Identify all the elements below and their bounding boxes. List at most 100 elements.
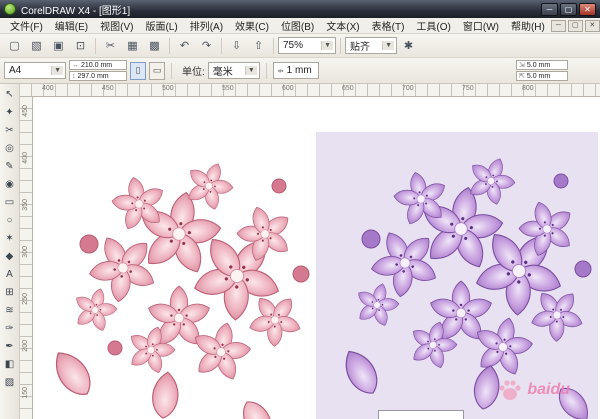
zoom-tool-icon[interactable]: ◎: [1, 140, 19, 157]
close-button[interactable]: ✕: [579, 3, 596, 16]
crop-tool-icon[interactable]: ✂: [1, 122, 19, 139]
undo-icon: ↶: [180, 39, 189, 52]
menu-text[interactable]: 文本(X): [320, 17, 365, 34]
units-combo[interactable]: 毫米 ▼: [208, 62, 260, 79]
eyedropper-tool-icon[interactable]: ✑: [1, 320, 19, 337]
duplicate-x-field[interactable]: ⇲ 5.0 mm: [516, 60, 568, 70]
menu-arrange[interactable]: 排列(A): [184, 17, 229, 34]
duplicate-y-value: 5.0 mm: [527, 73, 550, 80]
menu-file[interactable]: 文件(F): [4, 17, 49, 34]
basic-shapes-tool-icon[interactable]: ◆: [1, 248, 19, 265]
nudge-field[interactable]: ⇹ 1 mm: [273, 62, 319, 79]
menu-help[interactable]: 帮助(H): [505, 17, 551, 34]
snap-to-combo[interactable]: 贴齐 ▼: [345, 37, 397, 54]
smart-fill-tool-icon[interactable]: ◉: [1, 176, 19, 193]
paper-preset-value: A4: [9, 65, 48, 76]
pick-tool-icon[interactable]: ↖: [1, 86, 19, 103]
coreldraw-app-icon: [4, 3, 16, 15]
doc-minimize-button[interactable]: ─: [551, 20, 566, 32]
ruler-label: 200: [22, 340, 29, 352]
copy-button[interactable]: ▦: [122, 36, 143, 56]
ruler-label: 350: [22, 199, 29, 211]
minimize-button[interactable]: ─: [541, 3, 558, 16]
redo-icon: ↷: [202, 39, 211, 52]
table-tool-icon[interactable]: ⊞: [1, 284, 19, 301]
toolbar-separator: [221, 38, 222, 54]
ruler-label: 550: [222, 85, 234, 92]
horizontal-ruler[interactable]: 400 450 500 550 600 650 700 750 800: [20, 84, 600, 97]
export-button[interactable]: ⇧: [248, 36, 269, 56]
paper-height-value: 297.0 mm: [78, 73, 109, 80]
ruler-label: 400: [22, 152, 29, 164]
blend-tool-icon[interactable]: ≋: [1, 302, 19, 319]
menu-window[interactable]: 窗口(W): [457, 17, 505, 34]
watermark: baidu: [497, 377, 570, 403]
import-button[interactable]: ⇩: [226, 36, 247, 56]
snap-to-label: 贴齐: [350, 38, 379, 53]
ruler-label: 700: [402, 85, 414, 92]
ellipse-tool-icon[interactable]: ○: [1, 212, 19, 229]
doc-restore-button[interactable]: ▢: [568, 20, 583, 32]
maximize-button[interactable]: ▢: [560, 3, 577, 16]
new-icon: ▢: [9, 39, 19, 52]
ruler-label: 500: [162, 85, 174, 92]
paper-width-value: 210.0 mm: [81, 62, 112, 69]
landscape-button[interactable]: ▭: [149, 62, 165, 80]
save-button[interactable]: ▣: [48, 36, 69, 56]
zoom-level-combo[interactable]: 75% ▼: [278, 37, 336, 54]
shape-tool-icon[interactable]: ✦: [1, 104, 19, 121]
cut-button[interactable]: ✂: [100, 36, 121, 56]
toolbar-separator: [340, 38, 341, 54]
menu-view[interactable]: 视图(V): [94, 17, 139, 34]
baidu-paw-icon: [497, 377, 523, 403]
main-area: ↖ ✦ ✂ ◎ ✎ ◉ ▭ ○ ✶ ◆ A ⊞ ≋ ✑ ✒ ◧ ▨ 400 45…: [0, 84, 600, 419]
property-bar: A4 ▼ ↔ 210.0 mm ↕ 297.0 mm ▯ ▭ 单位: 毫米 ▼ …: [0, 58, 600, 84]
ruler-label: 150: [22, 387, 29, 399]
ruler-label: 650: [342, 85, 354, 92]
toolbar-separator: [266, 63, 267, 79]
ruler-label: 800: [522, 85, 534, 92]
freehand-tool-icon[interactable]: ✎: [1, 158, 19, 175]
paste-icon: ▩: [149, 39, 159, 52]
fill-tool-icon[interactable]: ◧: [1, 356, 19, 373]
text-tool-icon[interactable]: A: [1, 266, 19, 283]
outline-tool-icon[interactable]: ✒: [1, 338, 19, 355]
standard-toolbar: ▢ ▧ ▣ ⊡ ✂ ▦ ▩ ↶ ↷ ⇩ ⇧ 75% ▼ 贴齐 ▼ ✱: [0, 34, 600, 58]
chevron-down-icon: ▼: [51, 66, 63, 75]
paper-preset-combo[interactable]: A4 ▼: [4, 62, 66, 79]
paper-width-field[interactable]: ↔ 210.0 mm: [69, 60, 127, 70]
ruler-label: 250: [22, 293, 29, 305]
height-icon: ↕: [72, 73, 76, 80]
open-button[interactable]: ▧: [26, 36, 47, 56]
menu-table[interactable]: 表格(T): [366, 17, 411, 34]
new-button[interactable]: ▢: [4, 36, 25, 56]
rectangle-tool-icon[interactable]: ▭: [1, 194, 19, 211]
print-button[interactable]: ⊡: [70, 36, 91, 56]
canvas[interactable]: baidu: [33, 97, 600, 419]
undo-button[interactable]: ↶: [174, 36, 195, 56]
menu-bitmaps[interactable]: 位图(B): [275, 17, 320, 34]
vertical-ruler[interactable]: 450 400 350 300 250 200 150: [20, 97, 33, 419]
export-icon: ⇧: [254, 39, 263, 52]
duplicate-y-field[interactable]: ⇱ 5.0 mm: [516, 71, 568, 81]
polygon-tool-icon[interactable]: ✶: [1, 230, 19, 247]
options-button[interactable]: ✱: [398, 36, 419, 56]
ruler-label: 750: [462, 85, 474, 92]
save-icon: ▣: [53, 39, 63, 52]
duplicate-x-icon: ⇲: [519, 61, 525, 69]
menu-effects[interactable]: 效果(C): [229, 17, 275, 34]
ruler-label: 300: [22, 246, 29, 258]
menu-tools[interactable]: 工具(O): [410, 17, 456, 34]
zoom-level-value: 75%: [283, 40, 318, 51]
paste-button[interactable]: ▩: [144, 36, 165, 56]
paper-height-field[interactable]: ↕ 297.0 mm: [69, 71, 127, 81]
redo-button[interactable]: ↷: [196, 36, 217, 56]
interactive-fill-tool-icon[interactable]: ▨: [1, 374, 19, 391]
pink-blossom-illustration: [51, 142, 316, 419]
menu-layout[interactable]: 版面(L): [139, 17, 183, 34]
doc-close-button[interactable]: ✕: [585, 20, 600, 32]
menu-bar: 文件(F) 编辑(E) 视图(V) 版面(L) 排列(A) 效果(C) 位图(B…: [0, 18, 600, 34]
portrait-button[interactable]: ▯: [130, 62, 146, 80]
menu-edit[interactable]: 编辑(E): [49, 17, 94, 34]
units-label: 单位:: [182, 63, 205, 78]
